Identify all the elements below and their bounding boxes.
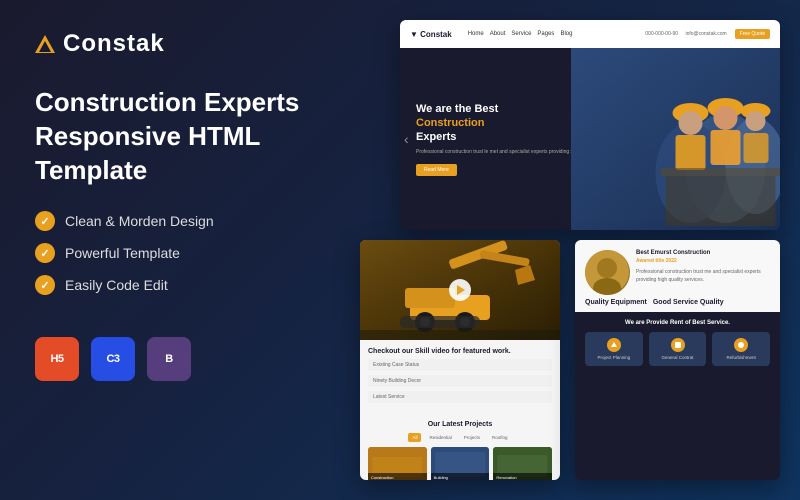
feature-label-2: Powerful Template [65, 245, 180, 261]
stat-quality: Good Service Quality [653, 299, 724, 306]
mock-nav-contact: 000-000-00-90 info@constak.com [645, 31, 726, 37]
logo-icon [35, 35, 55, 53]
mock-award-top: Best Emurst Construction Awared title 20… [585, 250, 770, 295]
hero-title-line2: Experts [416, 131, 456, 143]
video-section-title: Checkout our Skill video for featured wo… [368, 348, 552, 355]
projects-title: Our Latest Projects [368, 421, 552, 428]
project-card-1: Construction [368, 447, 427, 480]
project-label-1: Construction [368, 473, 427, 480]
mock-navbar: ▼ Constak Home About Service Pages Blog … [400, 20, 780, 48]
check-icon-3: ✓ [35, 275, 55, 295]
play-button[interactable] [449, 279, 471, 301]
mock-nav-links: Home About Service Pages Blog [468, 31, 573, 37]
mock-list-items: Existing Case Status Ninety Building Dec… [368, 359, 552, 403]
hero-title-line1: We are the Best [416, 103, 498, 115]
nav-link-service: Service [511, 31, 531, 37]
video-overlay [360, 240, 560, 340]
service-card-3: Refurbishment [712, 332, 770, 366]
html5-badge: H5 [35, 337, 79, 381]
mock-logo: ▼ Constak [410, 30, 452, 39]
logo-text: Constak [63, 30, 165, 58]
award-circle-image [585, 250, 630, 295]
mock-services-section: We are Provide Rent of Best Service. Pro… [575, 312, 780, 374]
mock-hero-content: We are the Best Construction Experts Pro… [400, 48, 780, 230]
left-panel: Constak Construction Experts Responsive … [0, 0, 390, 500]
service-label-3: Refurbishment [716, 355, 766, 360]
mock-stats-row: Quality Equipment Good Service Quality [585, 299, 770, 306]
feature-item-1: ✓ Clean & Morden Design [35, 211, 355, 231]
mock-section-content: Checkout our Skill video for featured wo… [360, 340, 560, 417]
award-title: Best Emurst Construction [636, 250, 770, 256]
service-card-2: General Contrat [649, 332, 707, 366]
feature-label-1: Clean & Morden Design [65, 213, 214, 229]
nav-link-pages: Pages [537, 31, 554, 37]
mockup-hero: ▼ Constak Home About Service Pages Blog … [400, 20, 780, 230]
award-desc: Professional construction trust me and s… [636, 268, 770, 284]
mockup-bottom-right: Best Emurst Construction Awared title 20… [575, 240, 780, 480]
stat-equipment-label: Quality Equipment [585, 299, 647, 306]
workers-image [571, 48, 780, 230]
bootstrap-badge: B [147, 337, 191, 381]
service-label-2: General Contrat [653, 355, 703, 360]
filter-roofing[interactable]: Roofing [488, 433, 512, 442]
mock-projects-grid: Construction Building Renovation [368, 447, 552, 480]
service-label-1: Project Planning [589, 355, 639, 360]
nav-link-home: Home [468, 31, 484, 37]
list-item-1: Existing Case Status [368, 359, 552, 371]
feature-item-3: ✓ Easily Code Edit [35, 275, 355, 295]
mock-nav-cta: Free Quote [735, 29, 770, 39]
service-card-1: Project Planning [585, 332, 643, 366]
nav-link-about: About [490, 31, 506, 37]
mock-award-text: Best Emurst Construction Awared title 20… [636, 250, 770, 284]
features-list: ✓ Clean & Morden Design ✓ Powerful Templ… [35, 211, 355, 307]
mock-video-section [360, 240, 560, 340]
list-item-2: Ninety Building Decor [368, 375, 552, 387]
check-icon-2: ✓ [35, 243, 55, 263]
play-icon [457, 285, 465, 295]
project-card-2: Building [431, 447, 490, 480]
project-card-3: Renovation [493, 447, 552, 480]
service-icon-3 [734, 338, 748, 352]
main-title: Construction Experts Responsive HTML Tem… [35, 86, 355, 187]
mock-award-section: Best Emurst Construction Awared title 20… [575, 240, 780, 312]
nav-link-blog: Blog [560, 31, 572, 37]
feature-item-2: ✓ Powerful Template [35, 243, 355, 263]
mock-hero-image [571, 48, 780, 230]
hero-cta-button[interactable]: Read More [416, 164, 457, 176]
project-label-2: Building [431, 473, 490, 480]
css3-badge: C3 [91, 337, 135, 381]
mockup-bottom-left: Checkout our Skill video for featured wo… [360, 240, 560, 480]
mock-projects-section: Our Latest Projects All Residential Proj… [360, 421, 560, 480]
project-filters: All Residential Projects Roofing [368, 433, 552, 442]
service-icon-2 [671, 338, 685, 352]
check-icon-1: ✓ [35, 211, 55, 231]
tech-icons: H5 C3 B [35, 337, 355, 381]
logo-row: Constak [35, 30, 355, 58]
list-item-3: Latest Service [368, 391, 552, 403]
filter-all[interactable]: All [408, 433, 421, 442]
stat-quality-label: Good Service Quality [653, 299, 724, 306]
feature-label-3: Easily Code Edit [65, 277, 168, 293]
hero-prev-button[interactable]: ‹ [404, 131, 409, 147]
mock-services-grid: Project Planning General Contrat Refurbi… [585, 332, 770, 366]
filter-projects[interactable]: Projects [460, 433, 484, 442]
project-label-3: Renovation [493, 473, 552, 480]
filter-residential[interactable]: Residential [425, 433, 455, 442]
stat-equipment: Quality Equipment [585, 299, 647, 306]
award-year: Awared title 2022 [636, 258, 770, 264]
right-panel: ▼ Constak Home About Service Pages Blog … [360, 20, 780, 480]
services-title: We are Provide Rent of Best Service. [585, 320, 770, 326]
service-icon-1 [607, 338, 621, 352]
